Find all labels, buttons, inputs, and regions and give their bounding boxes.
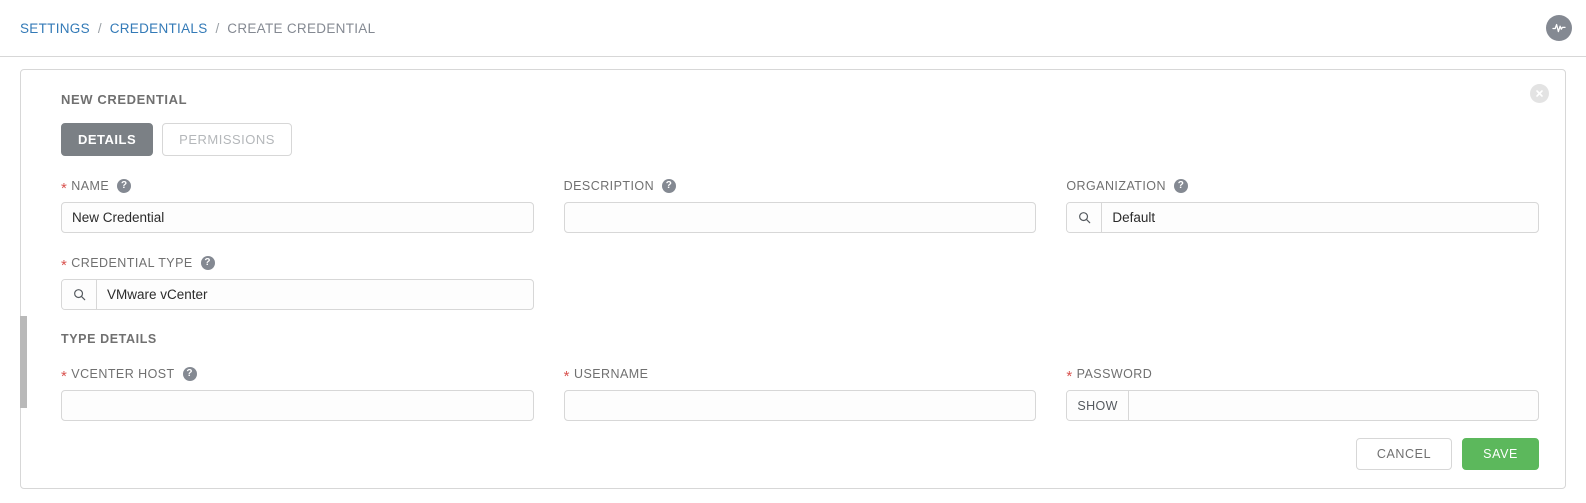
vcenter-host-input[interactable] — [62, 391, 533, 420]
help-icon[interactable]: ? — [182, 367, 197, 381]
breadcrumb-item-create-credential: CREATE CREDENTIAL — [227, 20, 376, 36]
required-marker: * — [61, 256, 68, 274]
field-name-control — [61, 202, 534, 233]
field-credential-type-label: * CREDENTIAL TYPE ? — [61, 255, 534, 274]
tab-permissions[interactable]: PERMISSIONS — [162, 123, 292, 156]
field-credential-type: * CREDENTIAL TYPE ? — [61, 255, 534, 310]
required-marker: * — [61, 367, 68, 385]
form-row: * VCENTER HOST ? * USERNAME * PASSWORD S… — [61, 366, 1540, 421]
field-vcenter-host-label: * VCENTER HOST ? — [61, 366, 534, 385]
username-input[interactable] — [564, 391, 1036, 420]
field-vcenter-host: * VCENTER HOST ? — [61, 366, 534, 421]
help-icon[interactable]: ? — [200, 256, 215, 270]
field-credential-type-label-text: CREDENTIAL TYPE — [71, 256, 193, 270]
type-details-heading: TYPE DETAILS — [61, 332, 157, 346]
breadcrumb-separator: / — [97, 20, 102, 36]
breadcrumb-separator: / — [215, 20, 220, 36]
help-icon[interactable]: ? — [1173, 179, 1188, 193]
panel-wrapper: NEW CREDENTIAL DETAILS PERMISSIONS * NAM… — [0, 57, 1586, 503]
save-button[interactable]: SAVE — [1462, 438, 1539, 470]
field-username-control — [563, 390, 1037, 421]
required-marker: * — [563, 367, 570, 385]
field-username: * USERNAME — [563, 366, 1037, 421]
field-name-label-text: NAME — [71, 179, 110, 193]
field-organization-label-text: ORGANIZATION — [1066, 179, 1166, 193]
credential-type-input[interactable] — [97, 280, 533, 309]
field-organization-label: ORGANIZATION ? — [1066, 178, 1539, 194]
password-input[interactable] — [1128, 391, 1539, 420]
panel-footer: CANCEL SAVE — [1355, 438, 1539, 470]
cancel-button[interactable]: CANCEL — [1355, 438, 1453, 470]
description-input[interactable] — [564, 203, 1036, 232]
form-row: * CREDENTIAL TYPE ? — [61, 255, 1539, 310]
field-organization-control — [1066, 202, 1540, 233]
field-description-label: DESCRIPTION ? — [564, 178, 1037, 194]
activity-pulse-icon[interactable] — [1546, 15, 1572, 41]
form-row: * NAME ? DESCRIPTION ? — [61, 178, 1540, 233]
breadcrumb-bar: SETTINGS / CREDENTIALS / CREATE CREDENTI… — [0, 0, 1586, 57]
breadcrumb-item-credentials[interactable]: CREDENTIALS — [110, 21, 208, 36]
field-description-label-text: DESCRIPTION — [563, 179, 655, 193]
field-vcenter-host-label-text: VCENTER HOST — [71, 367, 175, 381]
close-icon[interactable] — [1530, 84, 1549, 103]
field-password: * PASSWORD SHOW — [1066, 366, 1540, 421]
help-icon[interactable]: ? — [117, 179, 132, 193]
field-credential-type-control — [61, 279, 534, 310]
help-icon[interactable]: ? — [662, 179, 677, 193]
panel-scrollbar-thumb[interactable] — [20, 316, 27, 408]
breadcrumb-item-settings[interactable]: SETTINGS — [20, 21, 90, 36]
field-description: DESCRIPTION ? — [563, 178, 1037, 233]
search-icon[interactable] — [62, 280, 97, 309]
field-vcenter-host-control — [61, 390, 534, 421]
field-organization: ORGANIZATION ? — [1066, 178, 1540, 233]
organization-input[interactable] — [1102, 203, 1539, 232]
search-icon[interactable] — [1067, 203, 1103, 232]
show-password-button[interactable]: SHOW — [1067, 391, 1129, 420]
panel-tabs: DETAILS PERMISSIONS — [61, 123, 1539, 156]
field-password-label-text: PASSWORD — [1076, 367, 1153, 381]
required-marker: * — [1066, 367, 1073, 385]
required-marker: * — [61, 179, 68, 197]
field-username-label-text: USERNAME — [573, 367, 649, 381]
field-name: * NAME ? — [61, 178, 534, 233]
tab-details[interactable]: DETAILS — [61, 123, 154, 156]
credential-form: * NAME ? DESCRIPTION ? — [61, 178, 1540, 421]
panel-title: NEW CREDENTIAL — [61, 92, 188, 107]
field-username-label: * USERNAME — [563, 366, 1037, 385]
field-password-label: * PASSWORD — [1066, 366, 1539, 385]
new-credential-panel: NEW CREDENTIAL DETAILS PERMISSIONS * NAM… — [20, 69, 1566, 489]
name-input[interactable] — [62, 203, 533, 232]
field-password-control: SHOW — [1066, 390, 1540, 421]
field-name-label: * NAME ? — [61, 178, 534, 197]
field-description-control — [563, 202, 1037, 233]
